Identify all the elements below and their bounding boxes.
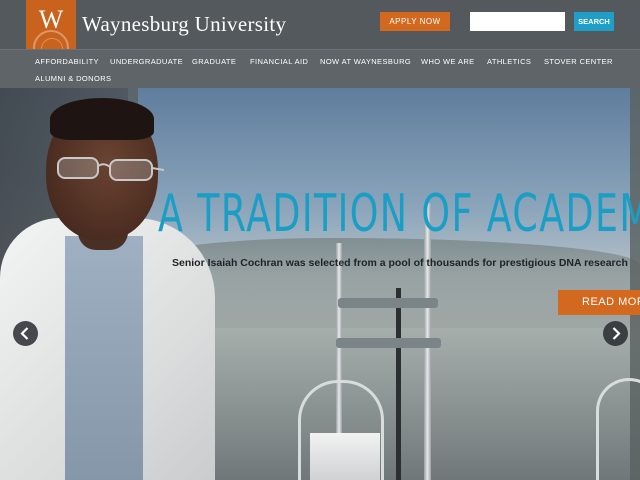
nav-item-athletics[interactable]: ATHLETICS: [487, 57, 531, 67]
search-button[interactable]: SEARCH: [574, 12, 614, 31]
slider-prev-button[interactable]: [13, 321, 38, 346]
university-name[interactable]: Waynesburg University: [82, 11, 286, 37]
nav-item-financial-aid[interactable]: FINANCIAL AID: [250, 57, 308, 67]
nav-item-who-we-are[interactable]: WHO WE ARE: [421, 57, 475, 67]
hero-subtitle: Senior Isaiah Cochran was selected from …: [172, 257, 628, 269]
nav-item-stover-center[interactable]: STOVER CENTER: [544, 57, 613, 67]
nav-item-now-at-waynesburg[interactable]: NOW AT WAYNESBURG: [320, 57, 411, 67]
main-nav: AFFORDABILITY UNDERGRADUATE GRADUATE FIN…: [0, 49, 640, 88]
university-logo[interactable]: W: [26, 0, 76, 49]
lab-rack: [310, 433, 380, 480]
lab-flask: [596, 378, 640, 480]
slider-next-button[interactable]: [603, 321, 628, 346]
nav-item-affordability[interactable]: AFFORDABILITY: [35, 57, 99, 67]
lab-clamp: [338, 298, 438, 308]
read-more-button[interactable]: READ MORE: [558, 290, 640, 315]
person-hair: [50, 98, 154, 140]
glasses-icon: [57, 157, 164, 181]
hero-title: A TRADITION OF ACADEMIC: [158, 184, 640, 244]
site-header: W Waynesburg University APPLY NOW SEARCH: [0, 0, 640, 49]
nav-item-alumni-donors[interactable]: ALUMNI & DONORS: [35, 74, 111, 84]
lab-stand: [396, 288, 401, 480]
chevron-left-icon: [20, 327, 29, 340]
lab-clamp: [336, 338, 441, 348]
apply-now-button[interactable]: APPLY NOW: [380, 12, 450, 31]
nav-item-graduate[interactable]: GRADUATE: [192, 57, 236, 67]
chevron-right-icon: [612, 327, 621, 340]
person-shirt: [65, 236, 143, 480]
search-input[interactable]: [470, 12, 565, 31]
hero-slider: A TRADITION OF ACADEMIC Senior Isaiah Co…: [0, 88, 640, 480]
nav-item-undergraduate[interactable]: UNDERGRADUATE: [110, 57, 183, 67]
